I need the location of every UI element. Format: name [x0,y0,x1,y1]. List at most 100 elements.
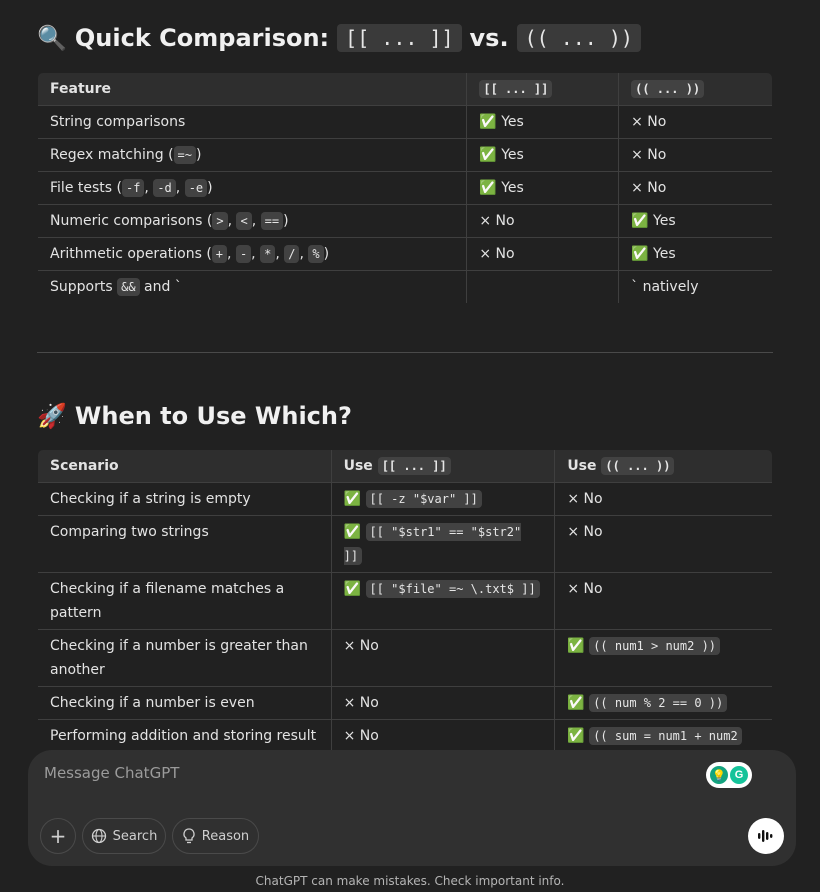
table-row: Checking if a number is even × No ✅ (( num… [38,686,772,720]
operator-code: / [284,245,300,263]
table-row: Checking if a filename matches a pattern… [38,572,772,630]
double-bracket-cell: × No [466,204,620,238]
extension-badges[interactable]: 💡 G [706,762,752,788]
check-icon: ✅ [343,581,362,597]
double-bracket-cell: × No [466,237,620,271]
feature-text: Regex matching ( [50,147,174,163]
table-header-row: Scenario Use [[ ... ]] Use (( ... )) [38,450,772,483]
operator-code: =~ [173,146,196,164]
search-label: Search [112,828,158,844]
no-text: × No [343,695,379,711]
double-paren-cell: ` natively [618,270,772,303]
message-input[interactable]: Message ChatGPT [44,764,179,782]
magnifier-icon: 🔍 [37,24,67,52]
comparison-table: Feature [[ ... ]] (( ... )) String compa… [37,72,773,304]
operator-code: > [212,212,228,230]
feature-text: Supports [50,279,118,295]
example-code: [[ "$str1" == "$str2" ]] [343,523,522,565]
header-label: Use [343,458,373,474]
section-heading-comparison: 🔍 Quick Comparison: [[ ... ]] vs. (( ...… [37,24,641,52]
feature-cell: Arithmetic operations (+, -, *, /, %) [38,237,468,271]
feature-tail: and ` [139,279,182,295]
usage-table: Scenario Use [[ ... ]] Use (( ... )) Che… [37,449,773,753]
table-header-row: Feature [[ ... ]] (( ... )) [38,73,772,106]
double-paren-cell: × No [618,171,772,205]
use-b-cell: × No [554,482,772,516]
table-row: Performing addition and storing result × … [38,719,772,752]
double-paren-cell: ✅ Yes [618,237,772,271]
double-paren-cell: ✅ Yes [618,204,772,238]
double-bracket-cell: ✅ Yes [466,138,620,172]
feature-cell: Regex matching (=~) [38,138,468,172]
use-b-cell: × No [554,515,772,573]
operator-code: - [235,245,252,263]
voice-mode-button[interactable] [748,818,784,854]
lightbulb-extension-icon[interactable]: 💡 [710,766,728,784]
divider [37,352,773,353]
feature-cell: Numeric comparisons (>, <, ==) [38,204,468,238]
check-icon: ✅ [567,728,585,744]
operator-code: -d [153,179,176,197]
operator-code: % [308,245,324,263]
operator-code: -f [121,179,145,197]
rocket-icon: 🚀 [37,402,67,430]
double-paren-cell: × No [618,138,772,172]
header-code: [[ ... ]] [377,457,451,475]
reason-button[interactable]: Reason [172,818,259,854]
table-row: Numeric comparisons (>, <, ==) × No ✅ Yes [38,204,772,238]
message-composer[interactable]: Message ChatGPT 💡 G + Search Reason [28,750,796,866]
scenario-cell: Checking if a number is greater than ano… [38,629,332,687]
example-code: (( num % 2 == 0 )) [589,694,728,712]
table-row: Checking if a number is greater than ano… [38,629,772,687]
use-a-cell: ✅ [[ "$str1" == "$str2" ]] [330,515,556,573]
double-bracket-cell: ✅ Yes [466,171,620,205]
scenario-cell: Checking if a number is even [38,686,332,720]
header-double-bracket: [[ ... ]] [466,73,620,106]
example-code: (( num1 > num2 )) [589,637,721,655]
attach-button[interactable]: + [40,818,76,854]
table-row: String comparisons ✅ Yes × No [38,105,772,139]
feature-text: Numeric comparisons ( [50,213,213,229]
table-row: Regex matching (=~) ✅ Yes × No [38,138,772,172]
heading-code-b: (( ... )) [516,24,641,52]
operator-code: * [260,245,276,263]
feature-text: String comparisons [50,114,186,130]
double-bracket-cell [466,270,620,303]
heading-text: When to Use Which? [74,402,352,430]
no-text: × No [343,728,379,744]
use-a-cell: ✅ [[ -z "$var" ]] [330,482,556,516]
example-code: [[ -z "$var" ]] [365,490,482,508]
use-a-cell: ✅ [[ "$file" =~ \.txt$ ]] [330,572,556,630]
header-code: (( ... )) [601,457,675,475]
no-text: × No [343,638,379,654]
header-code: [[ ... ]] [479,80,553,98]
heading-code-a: [[ ... ]] [337,24,462,52]
use-a-cell: × No [330,686,556,720]
check-icon: ✅ [343,524,362,540]
check-icon: ✅ [567,695,585,711]
table-row: Checking if a string is empty ✅ [[ -z "$v… [38,482,772,516]
feature-tail: ) [283,213,289,229]
use-b-cell: ✅ (( num1 > num2 )) [554,629,772,687]
section-heading-when-to-use: 🚀 When to Use Which? [37,402,352,430]
grammarly-icon[interactable]: G [730,766,748,784]
lightbulb-icon [183,828,195,844]
feature-cell: File tests (-f, -d, -e) [38,171,468,205]
header-label: Use [567,458,597,474]
no-text: × No [567,491,603,507]
table-row: Supports && and ` ` natively [38,270,772,303]
no-text: × No [567,581,603,597]
feature-text: File tests ( [50,180,122,196]
scenario-cell: Performing addition and storing result [38,719,332,752]
no-text: × No [567,524,603,540]
use-b-cell: ✅ (( num % 2 == 0 )) [554,686,772,720]
heading-text: Quick Comparison: [74,24,330,52]
use-b-cell: × No [554,572,772,630]
header-code: (( ... )) [631,80,705,98]
search-button[interactable]: Search [82,818,166,854]
disclaimer-footer: ChatGPT can make mistakes. Check importa… [255,874,565,888]
scenario-cell: Checking if a filename matches a pattern [38,572,332,630]
example-code: (( sum = num1 + num2 [589,727,742,745]
check-icon: ✅ [567,638,585,654]
table-row: File tests (-f, -d, -e) ✅ Yes × No [38,171,772,205]
